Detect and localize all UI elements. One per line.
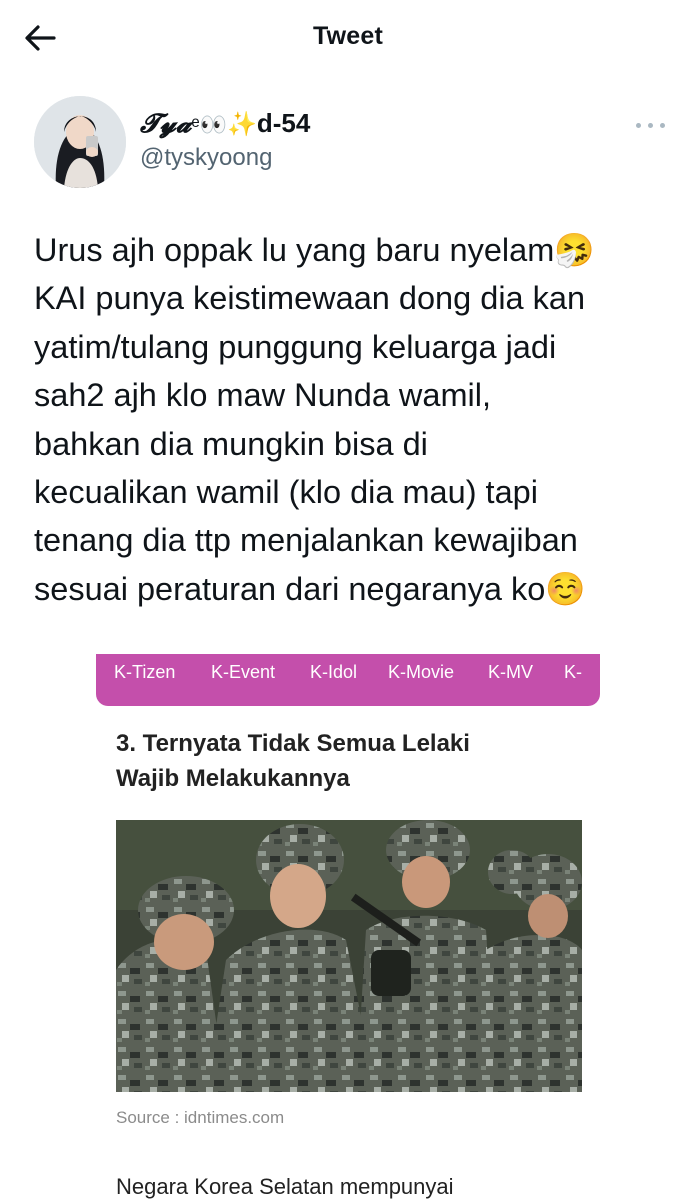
tweet-line: Urus ajh oppak lu yang baru nyelam🤧 bbox=[34, 232, 595, 268]
tweet-line: bahkan dia mungkin bisa di bbox=[34, 425, 428, 462]
nav-item-ktizen: K-Tizen bbox=[114, 662, 176, 682]
article-nav-bar: K-Tizen K-Event K-Idol K-Movie K-MV K- bbox=[96, 654, 600, 706]
author-handle[interactable]: @tyskyoong bbox=[140, 144, 272, 172]
article-heading-line: 3. Ternyata Tidak Semua Lelaki bbox=[116, 730, 470, 757]
article-heading-line: Wajib Melakukannya bbox=[116, 765, 350, 792]
top-bar: Tweet bbox=[0, 0, 696, 76]
page-title: Tweet bbox=[313, 22, 383, 50]
tweet-line: KAI punya keistimewaan dong dia kan bbox=[34, 280, 586, 317]
author-display-name[interactable]: 𝓣𝔂𝓪ᵉ👀✨d-54 bbox=[140, 108, 310, 140]
tweet-line: sesuai peraturan dari negaranya ko☺️ bbox=[34, 570, 586, 607]
display-name-script: 𝓣𝔂𝓪 bbox=[140, 109, 192, 139]
more-horizontal-icon bbox=[636, 123, 641, 128]
display-name-suffix: d-54 bbox=[256, 108, 311, 138]
tweet-media-image[interactable]: K-Tizen K-Event K-Idol K-Movie K-MV K- 3… bbox=[0, 648, 696, 1200]
avatar[interactable] bbox=[34, 96, 126, 188]
nav-item-kmovie: K-Movie bbox=[388, 662, 455, 682]
tweet-line: kecualikan wamil (klo dia mau) tapi bbox=[34, 474, 538, 511]
soldiers-photo bbox=[116, 820, 582, 1092]
tweet-text: Urus ajh oppak lu yang baru nyelam🤧 KAI … bbox=[34, 226, 674, 613]
tweet-line: tenang dia ttp menjalankan kewajiban bbox=[34, 522, 578, 559]
tweet-line: yatim/tulang punggung keluarga jadi bbox=[34, 328, 557, 365]
article-body-text: Negara Korea Selatan mempunyai bbox=[116, 1174, 454, 1199]
article-heading: 3. Ternyata Tidak Semua Lelaki Wajib Mel… bbox=[116, 726, 596, 796]
sparkle-icon: ✨ bbox=[226, 111, 257, 138]
nav-item-kmore: K- bbox=[564, 662, 582, 682]
more-options-button[interactable] bbox=[634, 114, 668, 136]
tweet-line: sah2 ajh klo maw Nunda wamil, bbox=[34, 377, 492, 414]
nav-item-kidol: K-Idol bbox=[310, 662, 358, 682]
image-source: Source : idntimes.com bbox=[116, 1108, 285, 1127]
nav-item-kevent: K-Event bbox=[211, 662, 276, 682]
display-name-emoji: ᵉ👀 bbox=[191, 112, 227, 137]
nav-item-kmv: K-MV bbox=[488, 662, 533, 682]
